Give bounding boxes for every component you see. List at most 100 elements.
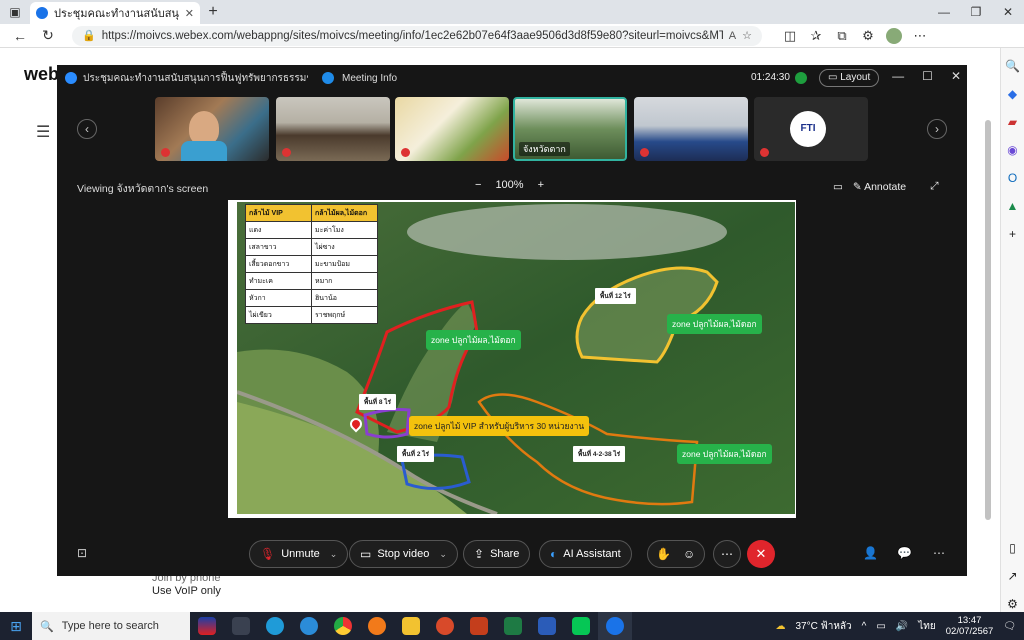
file-explorer-icon[interactable] — [394, 612, 428, 640]
tray-chevron-icon[interactable]: ^ — [862, 621, 867, 632]
webex-taskbar-icon[interactable] — [598, 612, 632, 640]
chevron-down-icon[interactable]: ⌄ — [330, 549, 338, 560]
task-view-icon[interactable] — [224, 612, 258, 640]
browser-icon[interactable] — [428, 612, 462, 640]
weather-icon[interactable]: ☁ — [776, 621, 786, 632]
annotate-button[interactable]: ✎ Annotate — [853, 181, 906, 193]
more-options-button[interactable]: ⋯ — [713, 540, 741, 568]
weather-text[interactable]: 37°C ฟ้าหลัว — [796, 619, 852, 634]
back-icon[interactable]: ← — [8, 28, 32, 44]
browser-tab-bar: ▣ ประชุมคณะทำงานสนับสนุนการฟื้นฟูทรัพ ✕ … — [0, 0, 1024, 24]
lock-icon[interactable]: 🔒 — [82, 29, 96, 42]
word-icon[interactable] — [530, 612, 564, 640]
refresh-icon[interactable]: ↻ — [36, 27, 60, 44]
participant-video-6[interactable]: FTI — [754, 97, 868, 161]
collections-icon[interactable]: ⧉ — [834, 28, 850, 44]
participant-video-5[interactable] — [634, 97, 748, 161]
favorites-icon[interactable]: ✰ — [808, 28, 824, 44]
url-field[interactable]: 🔒 https://moivcs.webex.com/webappng/site… — [72, 25, 762, 46]
table-row: แดง มะค่าโมง — [245, 221, 378, 239]
restore-icon[interactable]: ❐ — [960, 0, 992, 24]
language-indicator[interactable]: ไทย — [918, 619, 935, 634]
area-2-label: พื้นที่ 2 ไร่ — [397, 446, 434, 462]
use-voip-option[interactable]: Use VoIP only — [152, 585, 221, 597]
zoom-level: 100% — [495, 179, 524, 191]
clock-date: 02/07/2567 — [945, 626, 994, 637]
participant-video-active[interactable]: จังหวัดตาก — [513, 97, 627, 161]
volume-icon[interactable]: 🔊 — [896, 621, 908, 632]
add-icon[interactable]: + — [1005, 226, 1021, 242]
favorite-star-icon[interactable]: ☆ — [742, 29, 752, 42]
scroll-right-icon[interactable]: › — [927, 119, 947, 139]
share-button[interactable]: ⇪ Share — [463, 540, 531, 568]
drop-icon[interactable]: ▲ — [1005, 198, 1021, 214]
notifications-icon[interactable]: 🗨 — [1003, 621, 1016, 632]
fullscreen-icon[interactable]: ⤢ — [930, 180, 938, 193]
more-menu-icon[interactable]: ⋯ — [912, 28, 928, 44]
meeting-info-button[interactable]: Meeting Info — [342, 73, 397, 84]
start-icon[interactable]: ⊞ — [0, 618, 32, 635]
close-window-icon[interactable]: ✕ — [992, 0, 1024, 24]
tag-icon[interactable]: ◆ — [1005, 86, 1021, 102]
participant-video-3[interactable] — [395, 97, 509, 161]
layout-button[interactable]: ▭ Layout — [819, 69, 880, 87]
outlook-icon[interactable]: O — [1005, 170, 1021, 186]
chevron-down-icon[interactable]: ⌄ — [439, 549, 447, 560]
line-icon[interactable] — [564, 612, 598, 640]
ai-assistant-button[interactable]: ◐ AI Assistant — [539, 540, 632, 568]
page-scrollbar[interactable] — [984, 112, 992, 607]
screen-icon[interactable]: ▭ — [833, 181, 843, 193]
close-tab-icon[interactable]: ✕ — [185, 7, 194, 20]
taskbar-search[interactable]: 🔍 Type here to search — [32, 612, 190, 640]
edge-icon[interactable] — [258, 612, 292, 640]
maximize-icon[interactable]: ☐ — [922, 69, 933, 83]
captions-icon[interactable]: ⊡ — [77, 546, 87, 560]
tab-actions-icon[interactable]: ▣ — [0, 0, 30, 24]
chrome-icon[interactable] — [326, 612, 360, 640]
menu-icon[interactable]: ☰ — [36, 122, 50, 142]
clock-time: 13:47 — [957, 615, 982, 626]
zoom-out-icon[interactable]: − — [475, 179, 481, 191]
toolbox-icon[interactable]: ▰ — [1005, 114, 1021, 130]
stop-video-button[interactable]: ▭ Stop video ⌄ — [349, 540, 458, 568]
powerpoint-icon[interactable] — [462, 612, 496, 640]
sidebar-toggle-icon[interactable]: ▯ — [1005, 540, 1021, 556]
participant-video-2[interactable] — [276, 97, 390, 161]
firefox-icon[interactable] — [360, 612, 394, 640]
scroll-left-icon[interactable]: ‹ — [77, 119, 97, 139]
extensions-icon[interactable]: ⚙ — [860, 28, 876, 44]
browser-tab[interactable]: ประชุมคณะทำงานสนับสนุนการฟื้นฟูทรัพ ✕ — [30, 2, 200, 24]
table-header-row: กล้าไม้ VIP กล้าไม้ผล,ไม้ดอก — [245, 204, 378, 222]
table-row: เสี้ยวดอกขาว มะขามป้อม — [245, 255, 378, 273]
external-icon[interactable]: ↗ — [1005, 568, 1021, 584]
excel-icon[interactable] — [496, 612, 530, 640]
profile-avatar[interactable] — [886, 27, 902, 44]
search-icon[interactable]: 🔍 — [1005, 58, 1021, 74]
ie-icon[interactable] — [292, 612, 326, 640]
network-icon[interactable]: ▭ — [876, 621, 885, 632]
zoom-in-icon[interactable]: + — [538, 179, 544, 191]
raise-hand-icon[interactable]: ✋ — [656, 547, 671, 561]
minimize-icon[interactable]: — — [928, 0, 960, 24]
settings-icon[interactable]: ⚙ — [1005, 596, 1021, 612]
clock[interactable]: 13:47 02/07/2567 — [946, 615, 994, 637]
unmute-label: Unmute — [281, 548, 320, 560]
news-widget-icon[interactable] — [190, 612, 224, 640]
minimize-icon[interactable]: — — [892, 69, 904, 83]
copilot-icon[interactable]: ◉ — [1005, 142, 1021, 158]
participant-video-1[interactable] — [155, 97, 269, 161]
area-8-label: พื้นที่ 8 ไร่ — [359, 394, 396, 410]
area-12-label: พื้นที่ 12 ไร่ — [595, 288, 636, 304]
more-panels-icon[interactable]: ⋯ — [933, 546, 945, 560]
participants-icon[interactable]: 👤 — [863, 546, 878, 560]
end-call-button[interactable]: ✕ — [747, 540, 775, 568]
reactions-button[interactable]: ✋ ☺ — [647, 540, 705, 568]
split-screen-icon[interactable]: ◫ — [782, 28, 798, 44]
scroll-thumb[interactable] — [985, 120, 991, 520]
read-aloud-icon[interactable]: A — [729, 30, 736, 42]
close-icon[interactable]: ✕ — [951, 69, 961, 83]
unmute-button[interactable]: 🎙 Unmute ⌄ — [249, 540, 349, 568]
emoji-icon[interactable]: ☺ — [683, 547, 695, 561]
chat-icon[interactable]: 💬 — [897, 546, 912, 560]
new-tab-button[interactable]: + — [200, 3, 226, 21]
